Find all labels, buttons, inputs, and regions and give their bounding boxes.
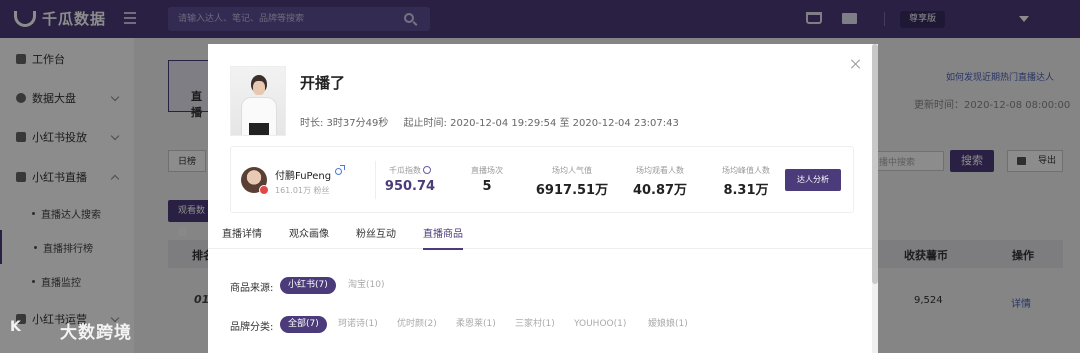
tab-live-detail[interactable]: 直播详情: [222, 225, 262, 248]
stat-label-peak: 场均峰值人数: [722, 166, 770, 175]
chip-source-taobao[interactable]: 淘宝(10): [340, 277, 392, 294]
kol-stats-card: 付鹏FuPeng 161.01万 粉丝 千瓜指数 950.74 直播场次 5 场…: [230, 146, 854, 213]
chip-brand[interactable]: 珂诺诗(1): [330, 316, 386, 333]
stat-value-peak: 8.31万: [723, 183, 769, 198]
chip-brand[interactable]: 柔恩莱(1): [448, 316, 504, 333]
chip-source-xhs[interactable]: 小红书(7): [280, 277, 336, 294]
modal-scrollbar[interactable]: [872, 44, 878, 353]
tab-audience-profile[interactable]: 观众画像: [289, 225, 329, 248]
chip-brand[interactable]: 三家村(1): [507, 316, 563, 333]
chip-brand[interactable]: 优时颜(2): [389, 316, 445, 333]
kol-name[interactable]: 付鹏FuPeng: [275, 167, 331, 182]
chip-brand[interactable]: 嫒娘娘(1): [640, 316, 696, 333]
chip-brand-all[interactable]: 全部(7): [280, 316, 327, 333]
stat-value-popularity: 6917.51万: [535, 183, 609, 198]
live-duration: 时长: 3时37分49秒: [300, 118, 389, 129]
live-title: 开播了: [300, 74, 346, 92]
stat-label-sessions: 直播场次: [471, 166, 503, 175]
live-detail-modal: 开播了 时长: 3时37分49秒 起止时间: 2020-12-04 19:29:…: [208, 44, 878, 353]
live-time-range: 起止时间: 2020-12-04 19:29:54 至 2020-12-04 2…: [403, 118, 679, 129]
modal-tabs: 直播详情 观众画像 粉丝互动 直播商品: [208, 218, 872, 250]
tab-fan-interaction[interactable]: 粉丝互动: [356, 225, 396, 248]
scroll-thumb[interactable]: [872, 44, 878, 284]
chip-brand[interactable]: YOUHOO(1): [566, 316, 634, 333]
stat-label-viewers: 场均观看人数: [636, 166, 684, 175]
tab-live-products[interactable]: 直播商品: [423, 225, 463, 250]
live-cover-image: [230, 66, 286, 136]
stat-label-popularity: 场均人气值: [552, 166, 592, 175]
kol-analysis-button[interactable]: 达人分析: [785, 169, 841, 191]
kol-fans: 161.01万 粉丝: [275, 186, 330, 195]
source-filter-label: 商品来源:: [230, 283, 274, 294]
close-icon[interactable]: [850, 58, 862, 70]
stat-value-sessions: 5: [482, 179, 492, 194]
watermark-logo: K: [10, 318, 21, 335]
watermark: K 大数跨境: [10, 318, 132, 344]
verified-badge-icon: [259, 185, 269, 195]
live-meta: 时长: 3时37分49秒 起止时间: 2020-12-04 19:29:54 至…: [300, 114, 691, 129]
brand-filter-label: 品牌分类:: [230, 322, 274, 333]
watermark-text: 大数跨境: [60, 323, 132, 343]
help-icon[interactable]: [423, 166, 431, 174]
male-icon: [335, 165, 345, 175]
stat-value-viewers: 40.87万: [632, 183, 688, 198]
